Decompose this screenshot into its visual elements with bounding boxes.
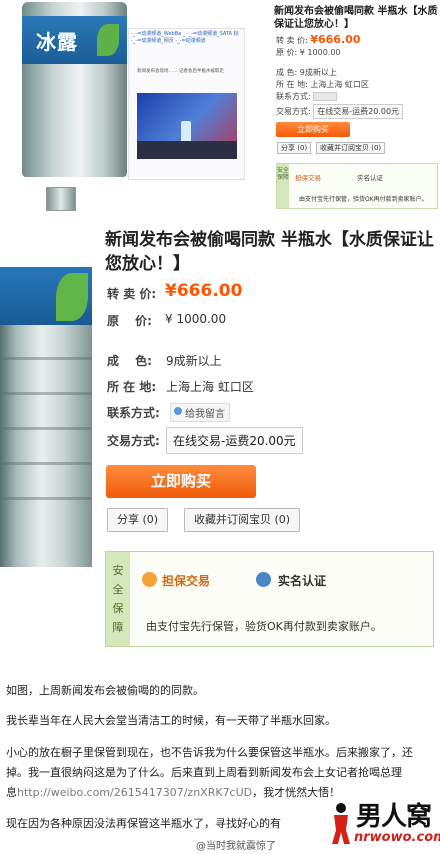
description-text: 息 [6,786,17,799]
trade-value: 在线交易-运费20.00元 [313,104,404,119]
message-icon[interactable] [313,92,338,101]
verified-label: 实名认证 [357,174,383,182]
message-icon [174,407,182,415]
main-listing-screenshot: 新闻发布会被偷喝同款 半瓶水【水质保证让您放心！】 转 卖 价: ¥666.00… [0,215,440,665]
price-value: ¥666.00 [310,33,361,46]
bottle-label: 冰露 [22,16,127,64]
description-paragraph-4: 现在因为各种原因没法再保管这半瓶水了，寻找好心的有 [6,817,281,830]
contact-label: 联系方式: [107,406,160,420]
guarantee-note: 由支付宝先行保管，验货OK再付款到卖家账户。 [146,620,382,633]
safety-guarantee-panel: 安全保障 担保交易 实名认证 由支付宝先行保管，验货OK再付款到卖家账户。 [276,163,438,209]
water-bottle-photo-small: 冰露 [22,2,127,177]
site-logo: 男人窝 nrwowo.com [326,796,440,852]
verified-label: 实名认证 [278,574,327,588]
guarantee-side-label: 安全保障 [112,564,124,634]
escrow-icon [142,572,157,587]
guarantee-side: 安全保障 [106,552,130,646]
description-paragraph-3-line-1: 小心的放在橱子里保管到现在，也不告诉我为什么要保管这半瓶水。后来搬家了，还 [6,746,413,759]
news-screenshot-image: -_-=动漫频道_WebBa _ -_-=动漫频道_SATA 标 -_-=动漫频… [128,28,245,180]
original-price-value: ¥ 1000.00 [165,312,227,326]
original-price-label: 原 价: [276,48,298,57]
price-row: 转 卖 价: ¥666.00 [276,33,360,46]
description-paragraph-2: 我长辈当年在人民大会堂当清洁工的时候，有一天带了半瓶水回家。 [6,714,336,727]
location-label: 所 在 地: [276,80,308,89]
bottle-label [0,267,92,325]
buy-now-button[interactable]: 立即购买 [276,122,350,137]
favorite-subscribe-button[interactable]: 收藏并订阅宝贝 (0) [184,508,301,532]
tv-news-image [137,93,237,159]
trade-row: 交易方式: 在线交易-运费20.00元 [276,104,404,119]
contact-label: 联系方式: [276,92,311,101]
trade-label: 交易方式: [276,107,311,116]
guarantee-note: 由支付宝先行保管，验货OK再付款到卖家账户。 [299,196,428,203]
location-label: 所 在 地: [107,380,157,394]
original-price-row: 原 价: ¥ 1000.00 [276,47,341,58]
image-thumbnail[interactable] [46,187,76,211]
description-section: 如图，上周新闻发布会被偷喝的的同款。 我长辈当年在人民大会堂当清洁工的时候，有一… [0,668,440,854]
guarantee-side-label: 安全保障 [277,164,289,208]
trade-label: 交易方式: [107,434,160,448]
weibo-link[interactable]: http://weibo.com/2615417307/znXRK7cUD [17,786,252,799]
weibo-watermark: @当时我就震惊了 [196,841,276,852]
trade-value: 在线交易-运费20.00元 [166,427,303,454]
condition-row: 成 色: 9成新以上 [276,67,337,78]
water-bottle-photo [0,267,92,567]
share-button[interactable]: 分享 (0) [107,508,169,532]
condition-label: 成 色: [276,68,298,77]
contact-row: 联系方式: [276,91,338,102]
listing-title: 新闻发布会被偷喝同款 半瓶水【水质保证让您放心！】 [274,6,438,30]
location-value: 上海上海 虹口区 [166,380,254,394]
original-price-value: ¥ 1000.00 [299,48,341,57]
original-price-label: 原 价: [107,314,152,328]
leave-message-button[interactable]: 给我留言 [170,403,230,422]
condition-value: 9成新以上 [299,68,337,77]
safety-guarantee-panel: 安全保障 担保交易 实名认证 由支付宝先行保管，验货OK再付款到卖家账户。 [105,551,434,647]
man-figure-icon [332,803,350,844]
price-label: 转 卖 价: [107,287,157,301]
buy-now-button[interactable]: 立即购买 [106,465,256,498]
escrow-label: 担保交易 [162,574,211,588]
condition-label: 成 色: [107,354,152,368]
description-paragraph-3-line-2: 掉。我一直很纳闷这是为了什么。后来直到上周看到新闻发布会上女记者抢喝总理 [6,766,402,779]
leave-message-label: 给我留言 [185,409,225,420]
favorite-subscribe-button[interactable]: 收藏并订阅宝贝 (0) [316,142,386,154]
description-paragraph-1: 如图，上周新闻发布会被偷喝的的同款。 [6,684,204,697]
top-listing-screenshot: 冰露 -_-=动漫频道_WebBa _ -_-=动漫频道_SATA 标 -_-=… [0,0,440,215]
verified-icon [256,572,271,587]
location-value: 上海上海 虹口区 [310,80,369,89]
escrow-label: 担保交易 [295,174,321,182]
share-button[interactable]: 分享 (0) [277,142,312,154]
location-row: 所 在 地: 上海上海 虹口区 [276,79,369,90]
price-value: ¥666.00 [165,281,243,301]
logo-chinese-text: 男人窝 [356,802,432,832]
logo-domain-text: nrwowo.com [354,830,440,845]
description-paragraph-3-line-3: 息http://weibo.com/2615417307/znXRK7cUD，我… [6,784,340,800]
listing-title: 新闻发布会被偷喝同款 半瓶水【水质保证让您放心！】 [105,230,434,274]
price-label: 转 卖 价: [276,36,308,45]
condition-value: 9成新以上 [166,354,222,368]
